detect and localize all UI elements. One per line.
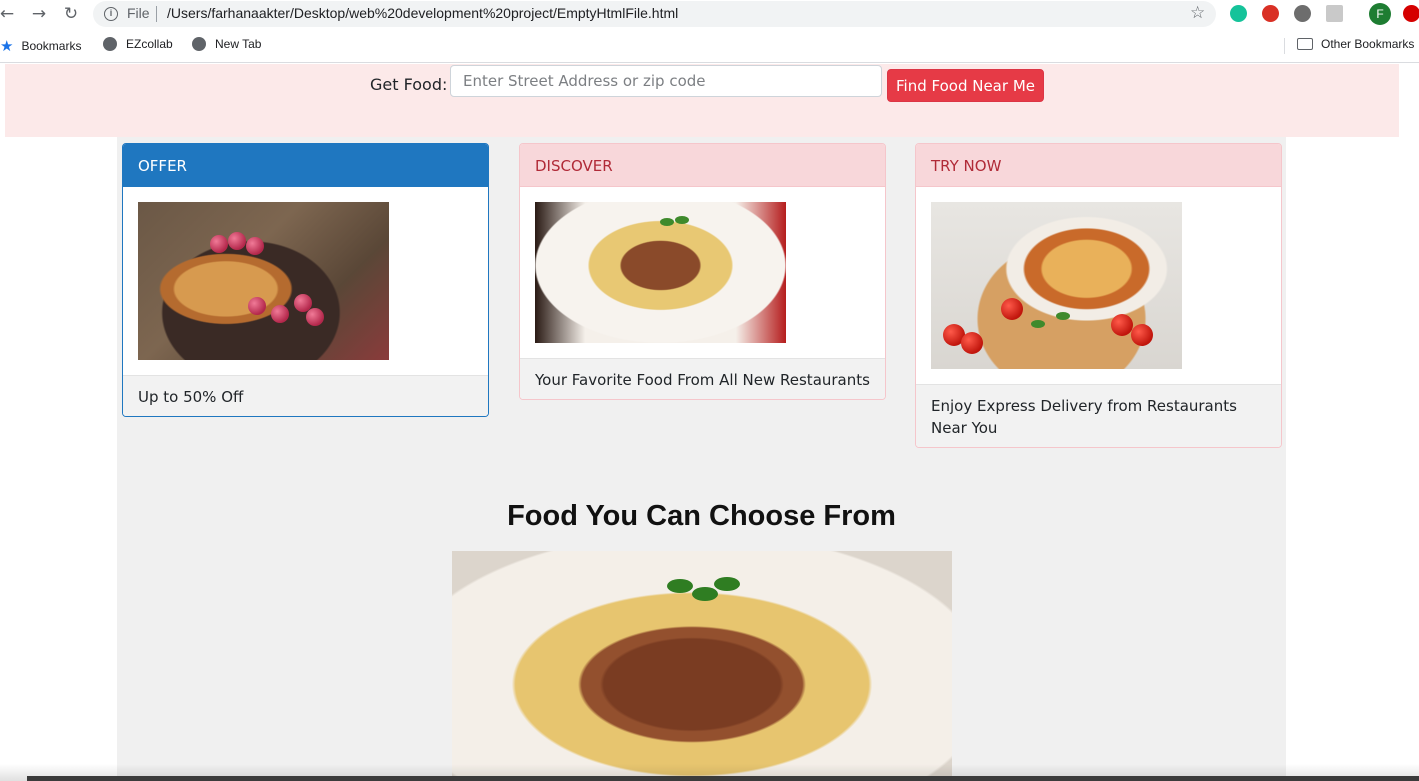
basil-leaf bbox=[667, 579, 693, 593]
bottom-edge-bar bbox=[27, 776, 1419, 781]
folder-icon bbox=[1297, 38, 1313, 50]
bookmark-label: New Tab bbox=[215, 37, 262, 51]
extension-icon[interactable] bbox=[1326, 5, 1343, 22]
find-food-button[interactable]: Find Food Near Me bbox=[887, 69, 1044, 102]
offer-card: OFFER Up to 50% Off bbox=[122, 143, 489, 417]
bookmark-item-bookmarks[interactable]: ★ Bookmarks bbox=[0, 37, 81, 55]
raspberry bbox=[248, 297, 266, 315]
file-scheme-label: File bbox=[127, 5, 150, 21]
address-input[interactable] bbox=[450, 65, 882, 97]
bookmark-item-ezcollab[interactable]: EZcollab bbox=[103, 37, 173, 51]
bookmark-label: EZcollab bbox=[126, 37, 173, 51]
card-body bbox=[916, 187, 1281, 384]
basil-leaf bbox=[1056, 312, 1070, 320]
globe-icon bbox=[103, 37, 117, 51]
try-now-card: TRY NOW Enjoy Express Delivery from Rest… bbox=[915, 143, 1282, 448]
card-header: DISCOVER bbox=[520, 144, 885, 187]
card-footer: Enjoy Express Delivery from Restaurants … bbox=[916, 384, 1281, 447]
url-text[interactable]: /Users/farhanaakter/Desktop/web%20develo… bbox=[167, 5, 678, 21]
raspberry bbox=[271, 305, 289, 323]
basil-leaf bbox=[714, 577, 740, 591]
get-food-label: Get Food: bbox=[370, 75, 448, 94]
reload-icon[interactable]: ↻ bbox=[60, 3, 82, 25]
raspberry bbox=[246, 237, 264, 255]
bookmarks-bar: ★ Bookmarks EZcollab New Tab Other Bookm… bbox=[0, 29, 1419, 63]
profile-avatar[interactable]: F bbox=[1369, 3, 1391, 25]
cherry-tomato bbox=[1001, 298, 1023, 320]
forward-arrow-icon[interactable]: → bbox=[28, 3, 50, 25]
card-header: OFFER bbox=[123, 144, 488, 187]
discover-card: DISCOVER Your Favorite Food From All New… bbox=[519, 143, 886, 400]
star-icon: ★ bbox=[0, 38, 14, 55]
card-footer: Your Favorite Food From All New Restaura… bbox=[520, 358, 885, 399]
cherry-tomato bbox=[961, 332, 983, 354]
basil-leaf bbox=[675, 216, 689, 224]
extension-icon[interactable] bbox=[1294, 5, 1311, 22]
basil-leaf bbox=[660, 218, 674, 226]
card-footer: Up to 50% Off bbox=[123, 375, 488, 416]
info-icon[interactable]: i bbox=[104, 7, 118, 21]
pancakes-image bbox=[138, 202, 389, 360]
omnibox-divider bbox=[156, 6, 157, 22]
bookmarks-divider bbox=[1284, 38, 1285, 54]
basil-leaf bbox=[1031, 320, 1045, 328]
cherry-tomato bbox=[1111, 314, 1133, 336]
extension-icon[interactable] bbox=[1403, 5, 1419, 22]
bookmark-item-new-tab[interactable]: New Tab bbox=[192, 37, 261, 51]
spaghetti-image bbox=[535, 202, 786, 343]
bookmark-label: Bookmarks bbox=[21, 39, 82, 53]
grammarly-extension-icon[interactable] bbox=[1230, 5, 1247, 22]
card-body bbox=[123, 187, 488, 375]
back-arrow-icon[interactable]: ← bbox=[0, 3, 18, 25]
extension-icon[interactable] bbox=[1262, 5, 1279, 22]
card-header: TRY NOW bbox=[916, 144, 1281, 187]
raspberry bbox=[228, 232, 246, 250]
pizza-image bbox=[931, 202, 1182, 369]
globe-icon bbox=[192, 37, 206, 51]
other-bookmarks-label: Other Bookmarks bbox=[1321, 37, 1415, 51]
raspberry bbox=[306, 308, 324, 326]
card-body bbox=[520, 187, 885, 358]
section-title: Food You Can Choose From bbox=[507, 500, 896, 532]
basil-leaf bbox=[692, 587, 718, 601]
spaghetti-large-image bbox=[452, 551, 952, 781]
address-bar[interactable]: i File /Users/farhanaakter/Desktop/web%2… bbox=[93, 1, 1216, 27]
browser-toolbar: ← → ↻ i File /Users/farhanaakter/Desktop… bbox=[0, 0, 1419, 29]
search-banner: Get Food: Find Food Near Me bbox=[5, 64, 1399, 137]
main-content: OFFER Up to 50% Off DISCOVER Your Favori… bbox=[117, 137, 1286, 781]
cherry-tomato bbox=[1131, 324, 1153, 346]
raspberry bbox=[210, 235, 228, 253]
page-viewport: Get Food: Find Food Near Me OFFER Up to … bbox=[0, 64, 1419, 781]
bookmark-star-icon[interactable]: ☆ bbox=[1190, 3, 1205, 23]
other-bookmarks[interactable]: Other Bookmarks bbox=[1297, 37, 1414, 51]
